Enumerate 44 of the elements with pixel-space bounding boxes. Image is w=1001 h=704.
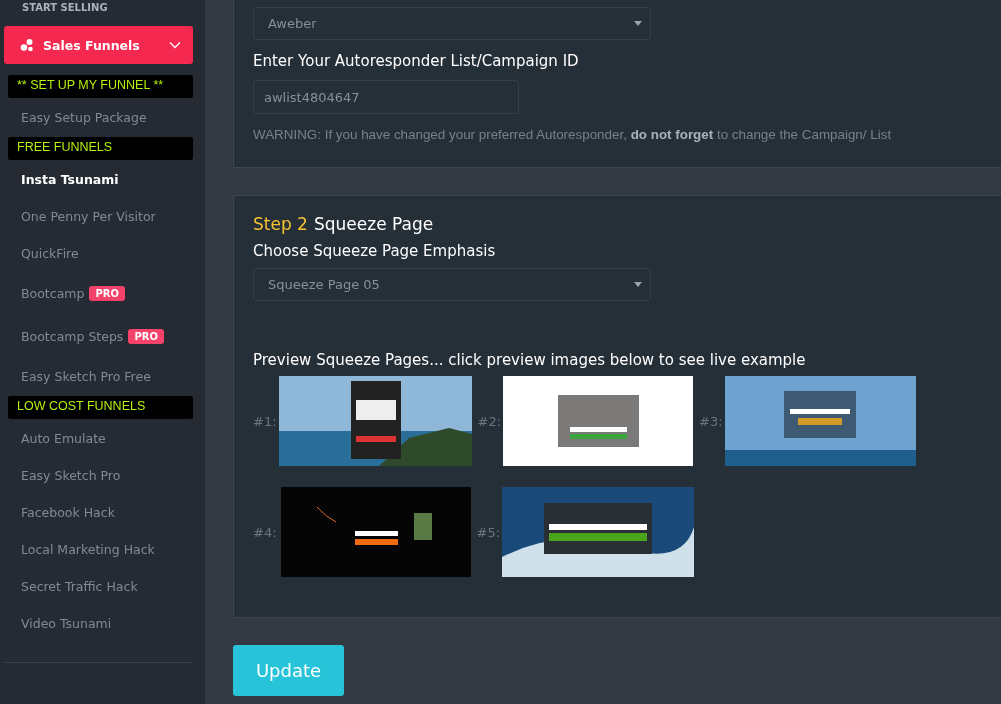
step-number: Step 2 bbox=[253, 214, 308, 234]
field-label: Enter Your Autoresponder List/Campaign ID bbox=[253, 52, 580, 70]
field-label: Choose Squeeze Page Emphasis bbox=[253, 242, 497, 260]
sidebar-link[interactable]: Insta Tsunami bbox=[21, 172, 119, 187]
pro-badge: PRO bbox=[89, 286, 125, 301]
update-button[interactable]: Update bbox=[233, 645, 344, 696]
dropdown-caret-icon bbox=[634, 21, 642, 26]
sidebar-link[interactable]: Easy Setup Package bbox=[21, 110, 147, 125]
pro-badge: PRO bbox=[128, 329, 164, 344]
sidebar-link[interactable]: Easy Sketch Pro Free bbox=[21, 369, 151, 384]
group-label: ** SET UP MY FUNNEL ** bbox=[8, 75, 193, 98]
sidebar-link[interactable]: Bootcamp Steps bbox=[21, 329, 124, 344]
chevron-icon bbox=[169, 41, 181, 49]
preview-number: #5: bbox=[476, 524, 501, 540]
preview-number: #3: bbox=[699, 413, 723, 429]
provider-select[interactable]: Aweber bbox=[253, 7, 651, 40]
page-preview-thumbnail[interactable] bbox=[503, 376, 694, 466]
preview-number: #1: bbox=[253, 413, 277, 429]
list-id-field[interactable]: awlist4804647 bbox=[253, 80, 519, 114]
sidebar-link[interactable]: Video Tsunami bbox=[21, 616, 112, 631]
bubbles-icon bbox=[20, 38, 34, 52]
page-preview-thumbnail[interactable] bbox=[280, 487, 471, 577]
preview-number: #4: bbox=[253, 524, 277, 540]
section-title: START SELLING bbox=[21, 1, 109, 15]
group-label: LOW COST FUNNELS bbox=[8, 396, 193, 419]
preview-title: Preview Squeeze Pages... click preview images below to see live example bbox=[253, 351, 807, 369]
warning-text: WARNING: If you have changed your preferred Autoresponder, do not forget to change the Campaign/ List bbox=[253, 127, 893, 142]
sidebar-link[interactable]: Local Marketing Hack bbox=[21, 542, 155, 557]
group-label: FREE FUNNELS bbox=[8, 137, 193, 160]
sidebar-link[interactable]: Secret Traffic Hack bbox=[21, 579, 138, 594]
sales-funnels-button[interactable]: Sales Funnels bbox=[4, 26, 193, 64]
sidebar-link[interactable]: QuickFire bbox=[21, 246, 79, 261]
emphasis-select[interactable]: Squeeze Page 05 bbox=[253, 268, 651, 301]
section-heading: Squeeze Page bbox=[313, 214, 434, 234]
sidebar-link[interactable]: Auto Emulate bbox=[21, 431, 106, 446]
sidebar-link[interactable]: One Penny Per Visitor bbox=[21, 209, 156, 224]
page-preview-thumbnail[interactable] bbox=[502, 487, 695, 577]
page-preview-thumbnail[interactable] bbox=[724, 376, 916, 466]
page-preview-thumbnail[interactable] bbox=[278, 376, 472, 466]
preview-number: #2: bbox=[477, 413, 502, 429]
sidebar-link[interactable]: Easy Sketch Pro bbox=[21, 468, 121, 483]
sidebar-link[interactable]: Bootcamp bbox=[21, 286, 85, 301]
sidebar-link[interactable]: Facebook Hack bbox=[21, 505, 115, 520]
dropdown-caret-icon bbox=[634, 282, 642, 287]
